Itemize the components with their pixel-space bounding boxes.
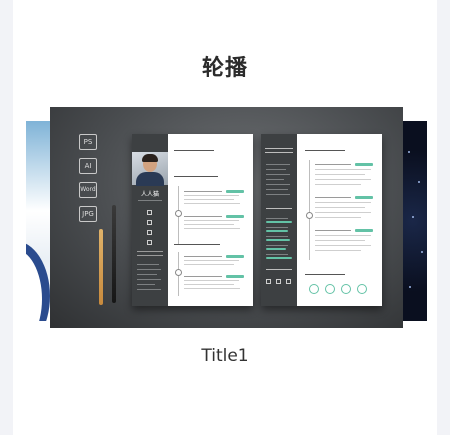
resume-name: 人人猫 [140, 191, 159, 198]
hobby-music-icon [266, 279, 271, 284]
experience-icon [306, 212, 313, 219]
carousel-current-slide[interactable]: PS AI Word JPG 人人猫 [50, 107, 403, 328]
resume-page-1: 人人猫 [132, 134, 253, 306]
web-icon [147, 240, 152, 245]
resume-sidebar: 人人猫 [132, 134, 168, 306]
mail-icon [147, 220, 152, 225]
location-icon [147, 230, 152, 235]
carousel-prev-slide[interactable] [26, 121, 50, 321]
resume-sidebar-2 [261, 134, 297, 306]
profile-photo [132, 152, 168, 186]
skill-ring [341, 284, 351, 294]
section-heading: 轮播 [201, 56, 248, 81]
hobby-travel-icon [286, 279, 291, 284]
pen-graphic [112, 205, 116, 303]
file-tag-ai: AI [79, 158, 97, 174]
hobby-photo-icon [276, 279, 281, 284]
skill-ring [325, 284, 335, 294]
practice-icon [175, 269, 182, 276]
file-tag-word: Word [79, 182, 97, 198]
file-tag-ps: PS [79, 134, 97, 150]
carousel-caption: Title1 [201, 346, 249, 366]
carousel-next-slide[interactable] [403, 121, 427, 321]
skill-ring [357, 284, 367, 294]
pencil-graphic [99, 229, 103, 305]
education-icon [175, 210, 182, 217]
file-tag-jpg: JPG [79, 206, 97, 222]
phone-icon [147, 210, 152, 215]
skill-ring [309, 284, 319, 294]
resume-page-2 [261, 134, 382, 306]
